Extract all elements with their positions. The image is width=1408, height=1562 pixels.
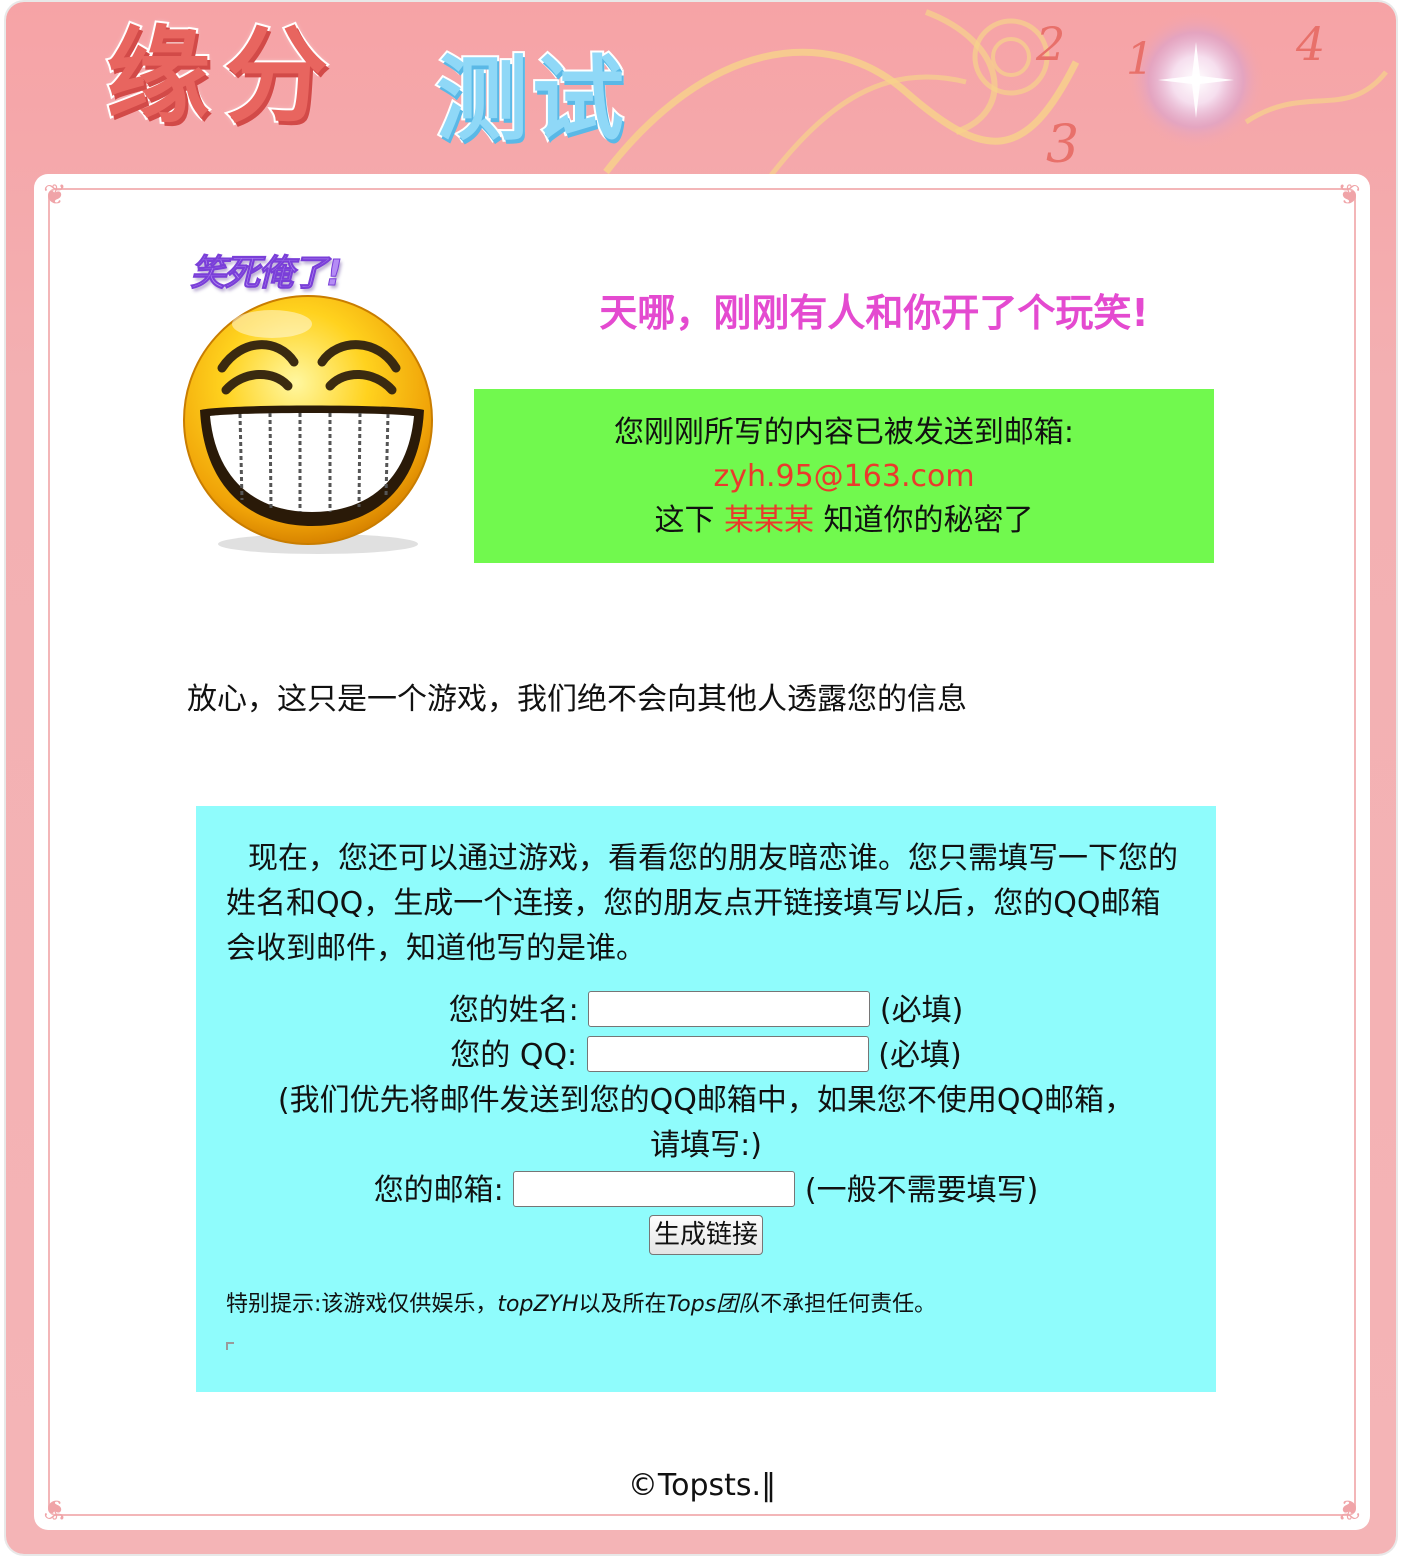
sent-label: 您刚刚所写的内容已被发送到邮箱:: [613, 415, 1075, 450]
email-note: (我们优先将邮件发送到您的QQ邮箱中，如果您不使用QQ邮箱，请填写:): [277, 1083, 1135, 1163]
reassurance-text: 放心，这只是一个游戏，我们绝不会向其他人透露您的信息: [187, 682, 967, 717]
broken-image-icon: [226, 1342, 234, 1350]
qq-required-hint: (必填): [878, 1038, 962, 1073]
email-input[interactable]: [513, 1170, 796, 1207]
name-input[interactable]: [588, 990, 871, 1027]
qq-label: 您的 QQ:: [450, 1038, 578, 1073]
email-label: 您的邮箱:: [373, 1173, 504, 1208]
smiley-caption: 笑死俺了!: [189, 253, 342, 295]
disclaimer-suffix: 不承担任何责任。: [760, 1292, 937, 1317]
qq-input[interactable]: [586, 1035, 869, 1072]
disclaimer-author: topZYH: [497, 1292, 579, 1317]
qq-row: 您的 QQ: (必填): [196, 1033, 1216, 1078]
name-label: 您的姓名:: [448, 993, 579, 1028]
site-title-main: 缘分: [104, 15, 343, 137]
corner-ornament-icon: ❦: [43, 178, 67, 211]
email-optional-hint: (一般不需要填写): [804, 1173, 1039, 1208]
disclaimer-team: Tops团队: [666, 1292, 761, 1317]
secret-name: 某某某: [724, 503, 814, 538]
site-title-sub: 测试: [434, 46, 629, 153]
deco-number-4: 4: [1295, 17, 1325, 71]
generate-link-button[interactable]: 生成链接: [648, 1215, 763, 1255]
laughing-face-icon: [183, 295, 433, 554]
deco-number-3: 3: [1046, 115, 1079, 175]
secret-prefix: 这下: [654, 503, 715, 538]
invite-box: 现在，您还可以通过游戏，看看您的朋友暗恋谁。您只需填写一下您的姓名和QQ，生成一…: [196, 806, 1216, 1392]
secret-line: 这下 某某某 知道你的秘密了: [474, 499, 1214, 543]
content-panel: ❦ ❦ ❦ ❦ 笑死俺了! 天哪，刚刚有人和你开了个玩笑! 您刚刚所写的内容已被…: [34, 174, 1370, 1530]
corner-ornament-icon: ❦: [1337, 178, 1361, 211]
name-row: 您的姓名: (必填): [196, 988, 1216, 1033]
secret-suffix: 知道你的秘密了: [823, 503, 1034, 538]
recipient-email: zyh.95@163.com: [713, 459, 975, 494]
page-frame: 2 1 4 3 缘分 测试 ❦ ❦ ❦ ❦ 笑死俺了! 天哪，刚刚有人和你开了个…: [6, 2, 1396, 1554]
disclaimer-mid: 以及所在: [578, 1292, 667, 1317]
name-required-hint: (必填): [879, 993, 964, 1028]
invite-intro: 现在，您还可以通过游戏，看看您的朋友暗恋谁。您只需填写一下您的姓名和QQ，生成一…: [226, 841, 1178, 966]
sent-notice-box: 您刚刚所写的内容已被发送到邮箱: zyh.95@163.com 这下 某某某 知…: [474, 389, 1214, 563]
deco-number-1: 1: [1126, 34, 1154, 85]
disclaimer-prefix: 特别提示:该游戏仅供娱乐，: [226, 1292, 498, 1317]
invite-form: 您的姓名: (必填) 您的 QQ: (必填) (我们优先将邮件发送到您的QQ邮箱…: [196, 988, 1216, 1255]
disclaimer: 特别提示:该游戏仅供娱乐，topZYH以及所在Tops团队不承担任何责任。: [226, 1286, 936, 1318]
email-row: 您的邮箱: (一般不需要填写): [196, 1168, 1216, 1213]
laughing-smiley: 笑死俺了!: [182, 244, 442, 554]
prank-headline: 天哪，刚刚有人和你开了个玩笑!: [599, 291, 1149, 335]
footer-copyright: ©Topsts.‖: [627, 1468, 777, 1503]
deco-number-2: 2: [1035, 17, 1065, 71]
